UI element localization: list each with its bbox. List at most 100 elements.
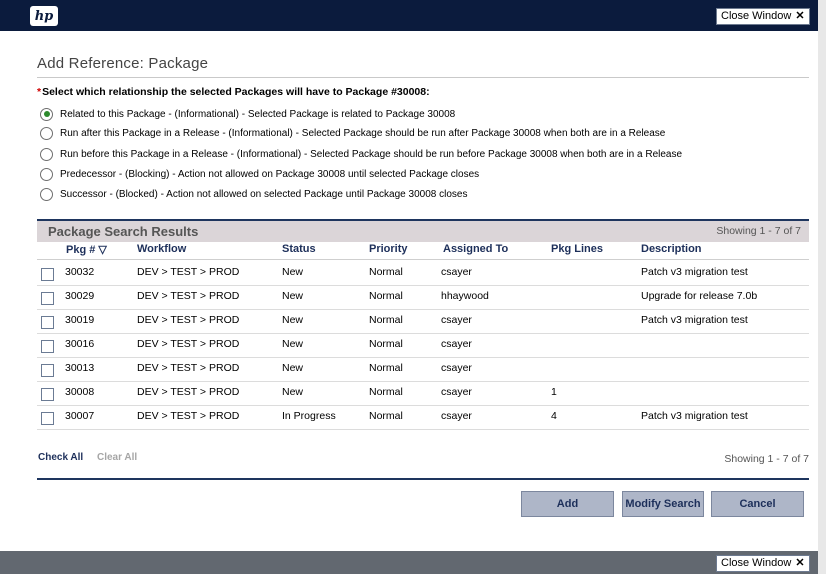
footer-bar: Close Window ✕	[0, 551, 818, 574]
cell-assigned: csayer	[441, 338, 472, 350]
cell-pkg[interactable]: 30029	[65, 290, 94, 302]
table-row: 30029 DEV > TEST > PROD New Normal hhayw…	[37, 286, 809, 310]
prompt-text: Select which relationship the selected P…	[42, 86, 430, 98]
results-title: Package Search Results	[48, 224, 199, 239]
radio-label: Predecessor - (Blocking) - Action not al…	[60, 168, 480, 180]
cell-pkg[interactable]: 30008	[65, 386, 94, 398]
table-row: 30007 DEV > TEST > PROD In Progress Norm…	[37, 406, 809, 430]
relationship-prompt: *Select which relationship the selected …	[37, 86, 430, 98]
radio-button[interactable]	[40, 187, 53, 201]
cell-pkg[interactable]: 30013	[65, 362, 94, 374]
radio-option-related[interactable]: Related to this Package - (Informational…	[40, 107, 455, 121]
cell-status: New	[282, 386, 304, 398]
cell-priority: Normal	[369, 362, 403, 374]
cell-pkg[interactable]: 30007	[65, 410, 94, 422]
cell-status: New	[282, 266, 304, 278]
results-header: Package Search Results Showing 1 - 7 of …	[37, 219, 809, 242]
page-title: Add Reference: Package	[37, 55, 209, 72]
cell-priority: Normal	[369, 314, 403, 326]
close-window-button-top[interactable]: Close Window ✕	[716, 8, 810, 25]
column-header-assigned-to[interactable]: Assigned To	[443, 243, 508, 255]
cell-description: Patch v3 migration test	[641, 410, 748, 422]
row-checkbox[interactable]	[41, 340, 54, 353]
cell-workflow: DEV > TEST > PROD	[137, 386, 240, 398]
row-checkbox[interactable]	[41, 388, 54, 401]
column-header-workflow[interactable]: Workflow	[137, 243, 186, 255]
radio-label: Related to this Package - (Informational…	[60, 108, 456, 120]
modify-search-label: Modify Search	[625, 498, 701, 510]
cell-lines: 1	[551, 386, 557, 398]
cell-workflow: DEV > TEST > PROD	[137, 338, 240, 350]
cell-priority: Normal	[369, 266, 403, 278]
cell-assigned: csayer	[441, 410, 472, 422]
clear-all-link[interactable]: Clear All	[97, 452, 137, 463]
check-all-link[interactable]: Check All	[38, 452, 83, 463]
row-checkbox[interactable]	[41, 268, 54, 281]
close-icon: ✕	[795, 10, 805, 22]
hp-logo: hp	[30, 6, 58, 26]
radio-option-successor[interactable]: Successor - (Blocked) - Action not allow…	[40, 187, 467, 201]
add-button-label: Add	[556, 498, 579, 510]
cell-description: Patch v3 migration test	[641, 266, 748, 278]
row-checkbox[interactable]	[41, 316, 54, 329]
cell-pkg[interactable]: 30019	[65, 314, 94, 326]
column-header-pkg-lines[interactable]: Pkg Lines	[551, 243, 603, 255]
cell-pkg[interactable]: 30016	[65, 338, 94, 350]
column-header-status[interactable]: Status	[282, 243, 316, 255]
cell-lines: 4	[551, 410, 557, 422]
cancel-button[interactable]: Cancel	[711, 491, 804, 517]
modify-search-button[interactable]: Modify Search	[622, 491, 704, 517]
cell-assigned: csayer	[441, 386, 472, 398]
hp-logo-text: hp	[34, 8, 54, 24]
radio-button-selected[interactable]	[40, 107, 53, 121]
cancel-button-label: Cancel	[739, 498, 776, 510]
radio-option-predecessor[interactable]: Predecessor - (Blocking) - Action not al…	[40, 167, 479, 181]
row-checkbox[interactable]	[41, 412, 54, 425]
radio-option-run-after[interactable]: Run after this Package in a Release - (I…	[40, 126, 665, 140]
row-checkbox[interactable]	[41, 364, 54, 377]
cell-description: Patch v3 migration test	[641, 314, 748, 326]
required-marker: *	[37, 86, 42, 98]
cell-assigned: csayer	[441, 314, 472, 326]
bottom-divider	[37, 478, 809, 480]
table-row: 30019 DEV > TEST > PROD New Normal csaye…	[37, 310, 809, 334]
cell-workflow: DEV > TEST > PROD	[137, 362, 240, 374]
cell-assigned: csayer	[441, 266, 472, 278]
window-edge	[818, 0, 826, 574]
row-divider	[37, 429, 809, 430]
cell-priority: Normal	[369, 290, 403, 302]
cell-status: New	[282, 314, 304, 326]
radio-button[interactable]	[40, 126, 53, 140]
cell-status: New	[282, 362, 304, 374]
cell-assigned: hhaywood	[441, 290, 489, 302]
close-window-button-bottom[interactable]: Close Window ✕	[716, 555, 810, 572]
header-divider	[37, 259, 809, 260]
radio-option-run-before[interactable]: Run before this Package in a Release - (…	[40, 147, 682, 161]
column-header-pkg[interactable]: Pkg # ▽	[66, 243, 107, 256]
cell-assigned: csayer	[441, 362, 472, 374]
cell-pkg[interactable]: 30032	[65, 266, 94, 278]
radio-label: Run after this Package in a Release - (I…	[60, 127, 666, 139]
column-header-description[interactable]: Description	[641, 243, 702, 255]
radio-button[interactable]	[40, 147, 53, 161]
radio-label: Successor - (Blocked) - Action not allow…	[60, 188, 468, 200]
cell-priority: Normal	[369, 338, 403, 350]
cell-status: In Progress	[282, 410, 336, 422]
cell-priority: Normal	[369, 410, 403, 422]
radio-label: Run before this Package in a Release - (…	[60, 148, 683, 160]
cell-status: New	[282, 338, 304, 350]
row-checkbox[interactable]	[41, 292, 54, 305]
results-count-top: Showing 1 - 7 of 7	[716, 225, 801, 237]
cell-description: Upgrade for release 7.0b	[641, 290, 758, 302]
column-header-priority[interactable]: Priority	[369, 243, 408, 255]
table-row: 30013 DEV > TEST > PROD New Normal csaye…	[37, 358, 809, 382]
cell-priority: Normal	[369, 386, 403, 398]
cell-status: New	[282, 290, 304, 302]
close-icon: ✕	[795, 557, 805, 569]
close-window-label: Close Window	[721, 10, 792, 22]
title-divider	[37, 77, 809, 78]
table-row: 30008 DEV > TEST > PROD New Normal csaye…	[37, 382, 809, 406]
table-row: 30032 DEV > TEST > PROD New Normal csaye…	[37, 262, 809, 286]
add-button[interactable]: Add	[521, 491, 614, 517]
radio-button[interactable]	[40, 167, 53, 181]
